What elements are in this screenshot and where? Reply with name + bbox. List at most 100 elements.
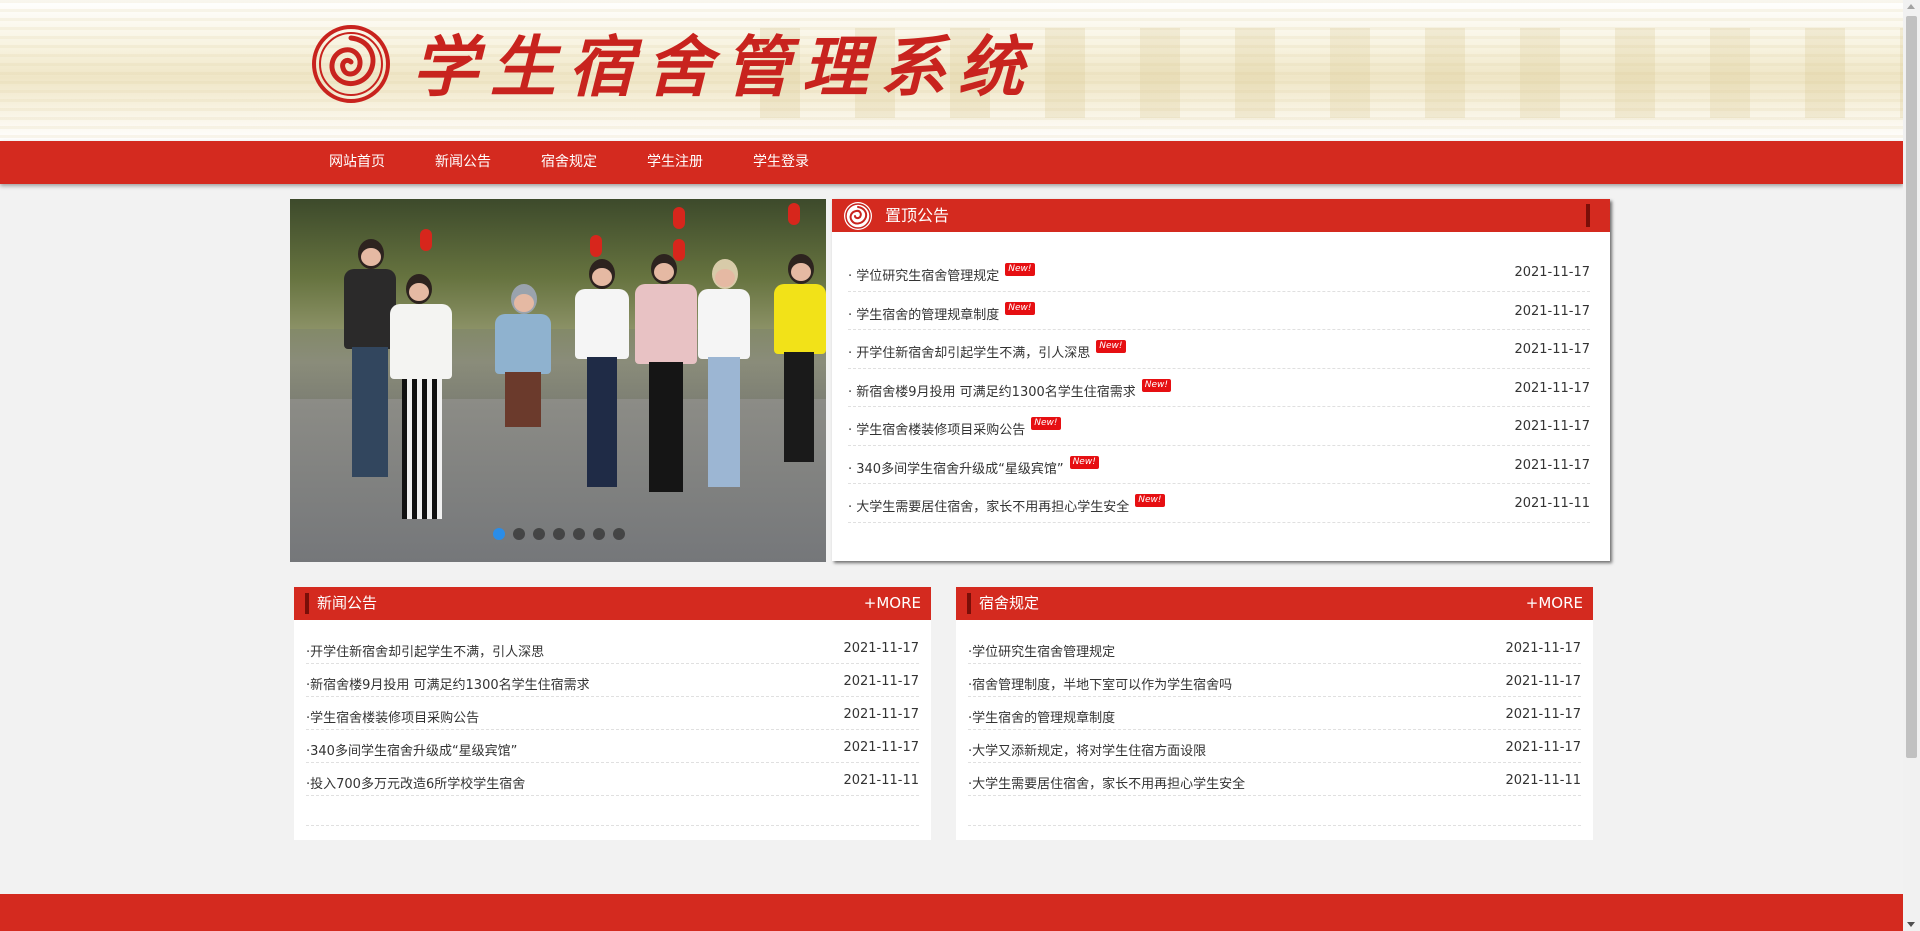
new-badge: New! <box>1135 494 1165 507</box>
rules-more-link[interactable]: +MORE <box>1526 587 1583 620</box>
rule-title[interactable]: ·学位研究生宿舍管理规定 <box>968 641 1115 660</box>
list-item[interactable]: · 学生宿舍的管理规章制度 New! 2021-11-17 <box>848 292 1590 330</box>
news-more-link[interactable]: +MORE <box>864 587 921 620</box>
divider <box>968 796 1581 826</box>
announcement-title[interactable]: · 开学住新宿舍却引起学生不满，引人深思 <box>848 346 1090 361</box>
rose-emblem-icon <box>844 202 872 230</box>
news-title[interactable]: ·340多间学生宿舍升级成“星级宾馆” <box>306 740 517 759</box>
list-item[interactable]: ·投入700多万元改造6所学校学生宿舍 2021-11-11 <box>306 763 919 796</box>
header-accent-bar <box>1586 204 1590 227</box>
list-item[interactable]: ·340多间学生宿舍升级成“星级宾馆” 2021-11-17 <box>306 730 919 763</box>
lantern-decoration <box>590 235 602 257</box>
announcement-date: 2021-11-17 <box>1514 303 1590 319</box>
lantern-decoration <box>788 203 800 225</box>
rose-emblem-icon <box>312 25 390 103</box>
list-item[interactable]: · 大学生需要居住宿舍，家长不用再担心学生安全 New! 2021-11-11 <box>848 484 1590 523</box>
rule-date: 2021-11-17 <box>1505 674 1581 689</box>
new-badge: New! <box>1096 340 1126 353</box>
pinned-announcements-header: 置顶公告 <box>832 199 1610 232</box>
rule-title[interactable]: ·学生宿舍的管理规章制度 <box>968 707 1115 726</box>
site-title: 学生宿舍管理系统 <box>412 28 1036 106</box>
pinned-announcements: 置顶公告 · 学位研究生宿舍管理规定 New! 2021-11-17 · 学生宿舍… <box>832 199 1610 561</box>
rules-panel-header: 宿舍规定 +MORE <box>956 587 1593 620</box>
announcement-date: 2021-11-17 <box>1514 419 1590 434</box>
announcement-date: 2021-11-17 <box>1514 457 1590 473</box>
nav-item-login[interactable]: 学生登录 <box>728 141 834 184</box>
announcement-date: 2021-11-17 <box>1514 380 1590 396</box>
list-item[interactable]: · 学生宿舍楼装修项目采购公告 New! 2021-11-17 <box>848 407 1590 446</box>
header-banner: 学生宿舍管理系统 <box>0 0 1903 141</box>
page-scrollbar[interactable] <box>1903 0 1920 931</box>
announcement-title[interactable]: · 大学生需要居住宿舍，家长不用再担心学生安全 <box>848 500 1129 515</box>
header-accent-bar <box>967 593 971 614</box>
new-badge: New! <box>1031 417 1061 430</box>
header-accent-bar <box>305 593 309 614</box>
scrollbar-thumb[interactable] <box>1906 16 1917 758</box>
list-item[interactable]: ·开学住新宿舍却引起学生不满，引人深思 2021-11-17 <box>306 631 919 664</box>
list-item[interactable]: ·大学又添新规定，将对学生住宿方面设限 2021-11-17 <box>968 730 1581 763</box>
announcement-title[interactable]: · 学生宿舍的管理规章制度 <box>848 308 999 323</box>
list-item[interactable]: ·新宿舍楼9月投用 可满足约1300名学生住宿需求 2021-11-17 <box>306 664 919 697</box>
nav-item-rules[interactable]: 宿舍规定 <box>516 141 622 184</box>
news-date: 2021-11-17 <box>843 641 919 656</box>
news-date: 2021-11-17 <box>843 707 919 722</box>
pinned-announcements-title: 置顶公告 <box>885 206 950 225</box>
news-date: 2021-11-17 <box>843 740 919 755</box>
list-item[interactable]: ·学位研究生宿舍管理规定 2021-11-17 <box>968 631 1581 664</box>
main-nav: 网站首页 新闻公告 宿舍规定 学生注册 学生登录 <box>0 141 1903 184</box>
list-item[interactable]: ·宿舍管理制度，半地下室可以作为学生宿舍吗 2021-11-17 <box>968 664 1581 697</box>
slider-dot[interactable] <box>573 528 585 540</box>
list-item[interactable]: ·学生宿舍的管理规章制度 2021-11-17 <box>968 697 1581 730</box>
announcement-title[interactable]: · 学生宿舍楼装修项目采购公告 <box>848 423 1025 438</box>
new-badge: New! <box>1005 301 1035 315</box>
slider-dot[interactable] <box>553 528 565 540</box>
scroll-down-arrow-icon[interactable] <box>1907 922 1915 927</box>
rule-title[interactable]: ·大学生需要居住宿舍，家长不用再担心学生安全 <box>968 773 1245 792</box>
new-badge: New! <box>1069 455 1099 469</box>
slider-pagination <box>493 528 625 540</box>
scroll-up-arrow-icon[interactable] <box>1907 4 1915 9</box>
image-slider[interactable] <box>290 199 826 562</box>
new-badge: New! <box>1005 263 1035 276</box>
news-title[interactable]: ·学生宿舍楼装修项目采购公告 <box>306 707 479 726</box>
rules-panel-title: 宿舍规定 <box>979 594 1040 612</box>
nav-item-register[interactable]: 学生注册 <box>622 141 728 184</box>
news-panel-header: 新闻公告 +MORE <box>294 587 931 620</box>
news-title[interactable]: ·新宿舍楼9月投用 可满足约1300名学生住宿需求 <box>306 674 590 693</box>
rule-date: 2021-11-17 <box>1505 740 1581 755</box>
announcement-title[interactable]: · 340多间学生宿舍升级成“星级宾馆” <box>848 462 1064 477</box>
rule-title[interactable]: ·大学又添新规定，将对学生住宿方面设限 <box>968 740 1206 759</box>
news-date: 2021-11-11 <box>843 773 919 788</box>
rule-title[interactable]: ·宿舍管理制度，半地下室可以作为学生宿舍吗 <box>968 674 1232 693</box>
news-date: 2021-11-17 <box>843 674 919 689</box>
rule-date: 2021-11-17 <box>1505 707 1581 722</box>
rules-panel: 宿舍规定 +MORE ·学位研究生宿舍管理规定 2021-11-17 ·宿舍管理制… <box>956 587 1593 840</box>
slider-dot[interactable] <box>593 528 605 540</box>
announcement-date: 2021-11-17 <box>1514 265 1590 280</box>
list-item[interactable]: · 新宿舍楼9月投用 可满足约1300名学生住宿需求 New! 2021-11-1… <box>848 369 1590 407</box>
nav-item-home[interactable]: 网站首页 <box>304 141 410 184</box>
nav-item-news[interactable]: 新闻公告 <box>410 141 516 184</box>
rule-date: 2021-11-17 <box>1505 641 1581 656</box>
footer-bar <box>0 894 1903 931</box>
news-title[interactable]: ·投入700多万元改造6所学校学生宿舍 <box>306 773 525 792</box>
list-item[interactable]: · 学位研究生宿舍管理规定 New! 2021-11-17 <box>848 253 1590 292</box>
announcement-date: 2021-11-17 <box>1514 342 1590 357</box>
announcement-title[interactable]: · 学位研究生宿舍管理规定 <box>848 269 999 284</box>
news-title[interactable]: ·开学住新宿舍却引起学生不满，引人深思 <box>306 641 544 660</box>
lantern-decoration <box>673 207 685 229</box>
rule-date: 2021-11-11 <box>1505 773 1581 788</box>
list-item[interactable]: ·大学生需要居住宿舍，家长不用再担心学生安全 2021-11-11 <box>968 763 1581 796</box>
news-panel-title: 新闻公告 <box>317 594 378 612</box>
new-badge: New! <box>1141 378 1172 392</box>
slider-dot[interactable] <box>513 528 525 540</box>
list-item[interactable]: ·学生宿舍楼装修项目采购公告 2021-11-17 <box>306 697 919 730</box>
list-item[interactable]: · 340多间学生宿舍升级成“星级宾馆” New! 2021-11-17 <box>848 446 1590 484</box>
lantern-decoration <box>420 229 432 251</box>
slider-dot[interactable] <box>613 528 625 540</box>
divider <box>306 796 919 826</box>
list-item[interactable]: · 开学住新宿舍却引起学生不满，引人深思 New! 2021-11-17 <box>848 330 1590 369</box>
slider-dot[interactable] <box>493 528 505 540</box>
announcement-title[interactable]: · 新宿舍楼9月投用 可满足约1300名学生住宿需求 <box>848 385 1136 400</box>
slider-dot[interactable] <box>533 528 545 540</box>
